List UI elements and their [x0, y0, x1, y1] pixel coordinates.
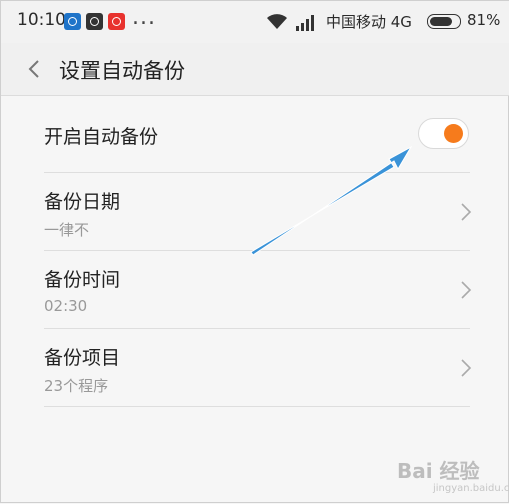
app-header: 设置自动备份: [1, 43, 509, 96]
carrier-label: 中国移动 4G: [326, 13, 412, 31]
signal-icon: [296, 15, 314, 31]
watermark-url: jingyan.baidu.com: [433, 483, 509, 494]
toggle-knob: [444, 124, 463, 143]
setting-label: 备份项目: [44, 347, 121, 369]
setting-row-auto-backup[interactable]: 开启自动备份: [1, 96, 509, 173]
setting-row-backup-date[interactable]: 备份日期 一律不: [1, 173, 509, 251]
notification-app-icon: [86, 13, 103, 30]
setting-label: 备份时间: [44, 269, 121, 291]
wifi-icon: [267, 14, 287, 29]
baidu-watermark: Bai 经验 jingyan.baidu.com: [393, 449, 509, 501]
setting-value: 23个程序: [44, 377, 109, 395]
chevron-right-icon: [461, 203, 472, 221]
status-bar: 10:10 ... 中国移动 4G 81%: [1, 1, 509, 43]
battery-percent: 81%: [467, 11, 501, 29]
status-time: 10:10: [17, 10, 66, 30]
auto-backup-toggle[interactable]: [418, 118, 469, 149]
setting-row-backup-time[interactable]: 备份时间 02:30: [1, 251, 509, 329]
notification-app-icon: [108, 13, 125, 30]
setting-value: 一律不: [44, 221, 90, 239]
setting-label: 开启自动备份: [44, 126, 159, 148]
notification-app-icon: [64, 13, 81, 30]
setting-row-backup-items[interactable]: 备份项目 23个程序: [1, 329, 509, 407]
watermark-brand: Bai 经验: [397, 459, 480, 483]
row-divider: [44, 406, 470, 407]
battery-icon: [427, 14, 461, 29]
more-notifications-icon: ...: [132, 5, 156, 30]
chevron-right-icon: [461, 281, 472, 299]
page-title: 设置自动备份: [59, 59, 185, 83]
setting-value: 02:30: [44, 297, 88, 315]
chevron-right-icon: [461, 359, 472, 377]
setting-label: 备份日期: [44, 191, 121, 213]
back-chevron-icon[interactable]: [23, 57, 47, 81]
